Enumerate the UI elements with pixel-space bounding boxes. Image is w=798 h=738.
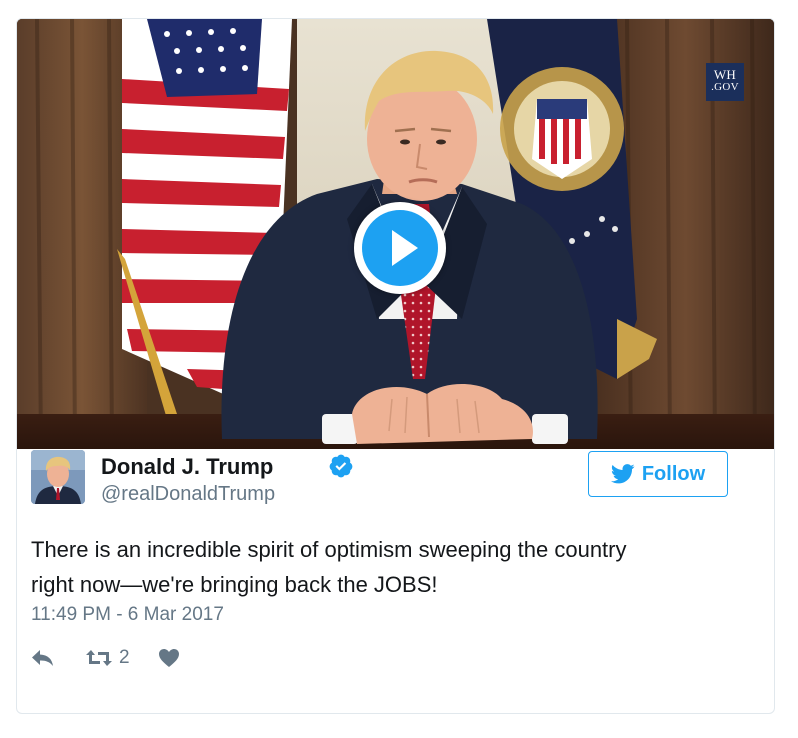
avatar[interactable] (31, 450, 85, 504)
wh-logo-line1: WH (713, 67, 737, 82)
verified-badge-icon (329, 454, 353, 478)
avatar-image (31, 450, 85, 504)
whitehouse-gov-logo: WH .GOV (706, 63, 744, 101)
follow-button[interactable]: Follow (588, 451, 728, 497)
tweet-text-line: right now—we're bringing back the JOBS! (31, 572, 438, 597)
retweet-count: 2 (119, 647, 130, 668)
author-handle[interactable]: @realDonaldTrump (101, 483, 275, 506)
follow-label: Follow (641, 462, 706, 485)
twitter-bird-icon (610, 464, 635, 484)
retweet-button[interactable]: 2 (85, 647, 130, 669)
tweet-actions: 2 (31, 645, 180, 671)
tweet-text: There is an incredible spirit of optimis… (31, 532, 731, 602)
play-button[interactable] (354, 202, 446, 294)
wh-logo-line2: .GOV (711, 81, 739, 93)
play-icon (392, 230, 418, 266)
reply-button[interactable] (31, 648, 55, 668)
video-thumbnail[interactable]: WH .GOV (17, 19, 774, 449)
heart-icon (158, 649, 179, 667)
author-display-name[interactable]: Donald J. Trump (101, 454, 273, 480)
like-button[interactable] (158, 648, 180, 668)
play-button-circle (362, 210, 438, 286)
reply-icon (32, 650, 53, 666)
tweet-text-line: There is an incredible spirit of optimis… (31, 537, 627, 562)
tweet-timestamp[interactable]: 11:49 PM - 6 Mar 2017 (31, 604, 224, 626)
retweet-icon (86, 650, 112, 666)
